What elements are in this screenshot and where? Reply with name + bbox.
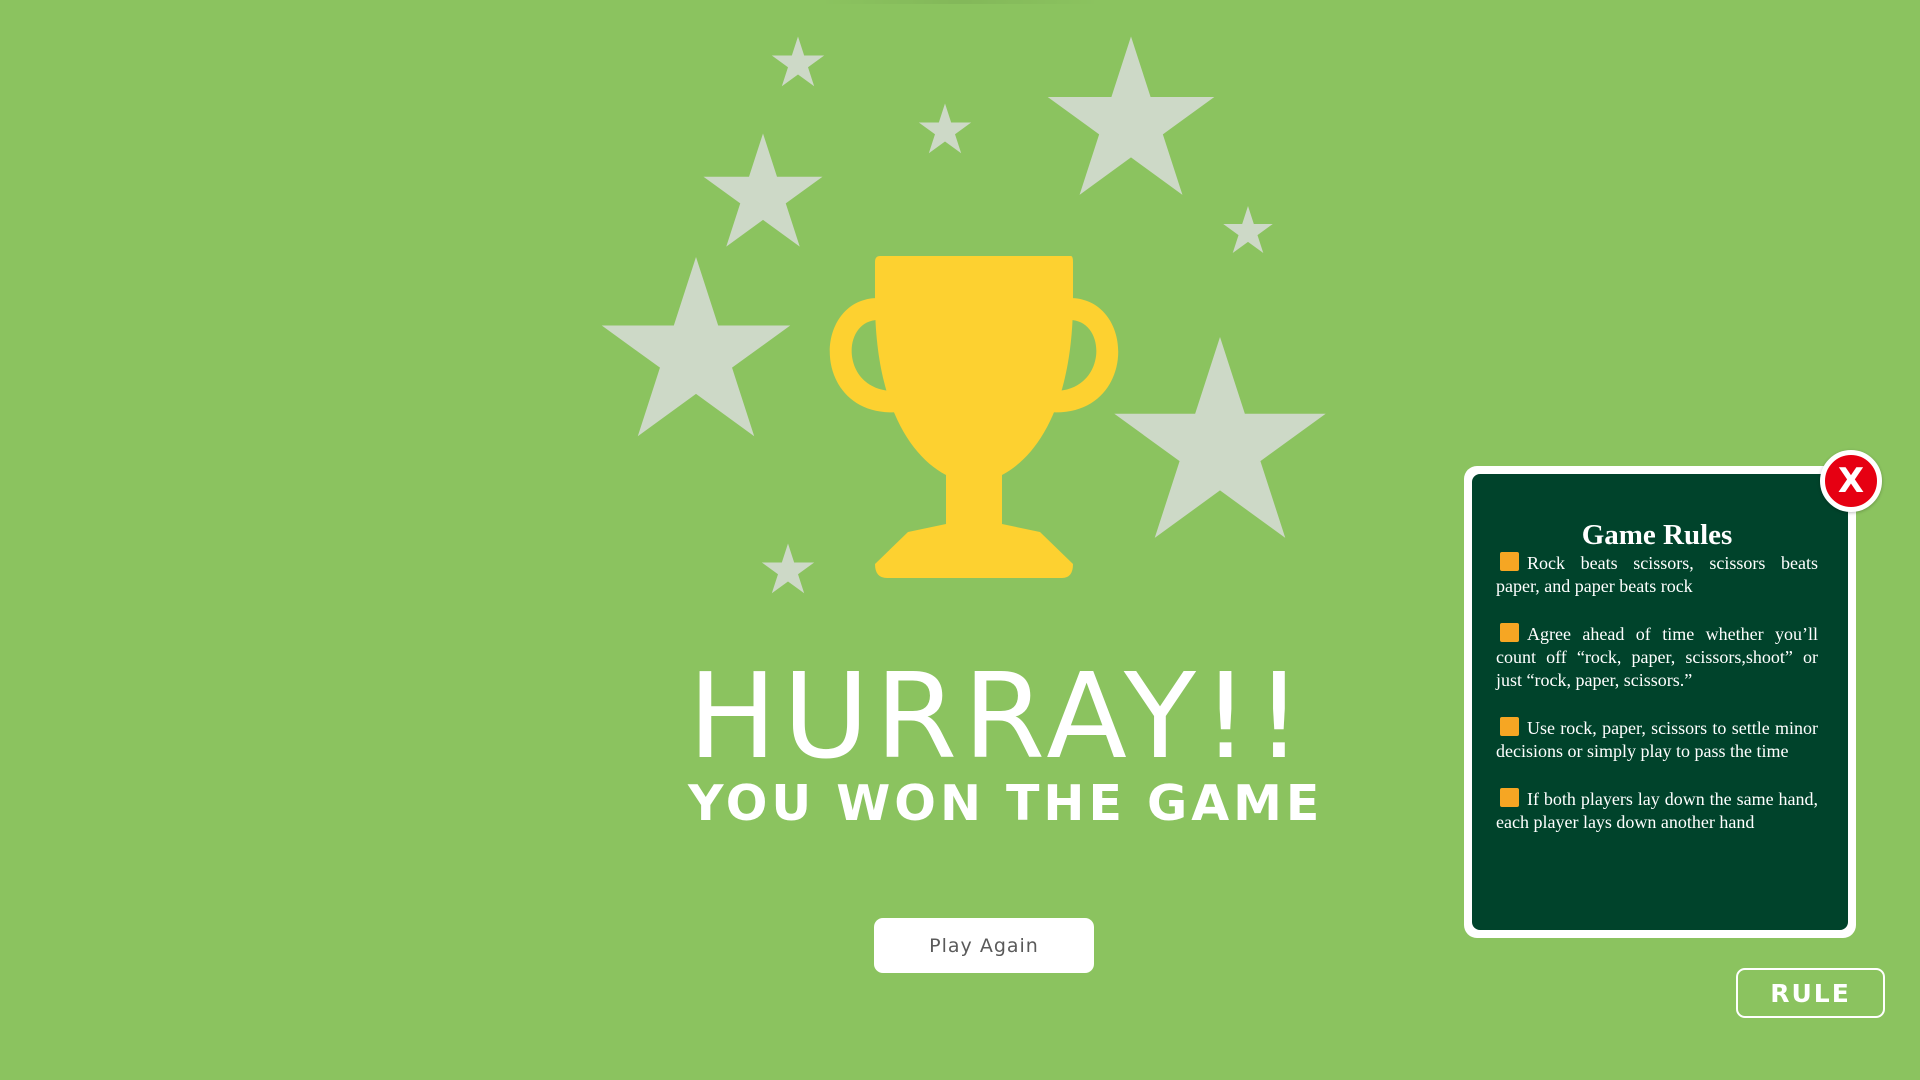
star-icon — [703, 133, 823, 247]
rules-content: Game Rules Rock beats scissors, scissors… — [1472, 474, 1848, 930]
victory-title: HURRAY!! — [688, 647, 1309, 785]
rule-button[interactable]: RULE — [1736, 968, 1885, 1018]
star-icon — [918, 103, 972, 154]
square-bullet-icon — [1500, 552, 1519, 571]
play-again-button[interactable]: Play Again — [874, 918, 1094, 973]
rule-item: If both players lay down the same hand, … — [1496, 788, 1818, 834]
rules-title: Game Rules — [1581, 519, 1733, 551]
rules-modal: Game Rules Rock beats scissors, scissors… — [1464, 466, 1856, 938]
star-icon — [1114, 337, 1326, 538]
rule-text: Agree ahead of time whether you’ll count… — [1496, 624, 1818, 690]
star-icon — [601, 257, 791, 437]
close-rules-button[interactable]: X — [1820, 450, 1882, 512]
square-bullet-icon — [1500, 623, 1519, 642]
rule-item: Rock beats scissors, scissors beats pape… — [1496, 552, 1818, 598]
square-bullet-icon — [1500, 788, 1519, 807]
star-icon — [771, 36, 825, 87]
square-bullet-icon — [1500, 717, 1519, 736]
star-icon — [1223, 206, 1273, 254]
star-icon — [1047, 36, 1215, 195]
trophy-icon — [829, 256, 1119, 578]
rule-text: If both players lay down the same hand, … — [1496, 789, 1818, 832]
rule-text: Use rock, paper, scissors to settle mino… — [1496, 718, 1818, 761]
star-icon — [761, 543, 815, 594]
rule-text: Rock beats scissors, scissors beats pape… — [1496, 553, 1818, 596]
rule-item: Agree ahead of time whether you’ll count… — [1496, 623, 1818, 692]
victory-subtitle: YOU WON THE GAME — [688, 775, 1324, 832]
rule-item: Use rock, paper, scissors to settle mino… — [1496, 717, 1818, 763]
